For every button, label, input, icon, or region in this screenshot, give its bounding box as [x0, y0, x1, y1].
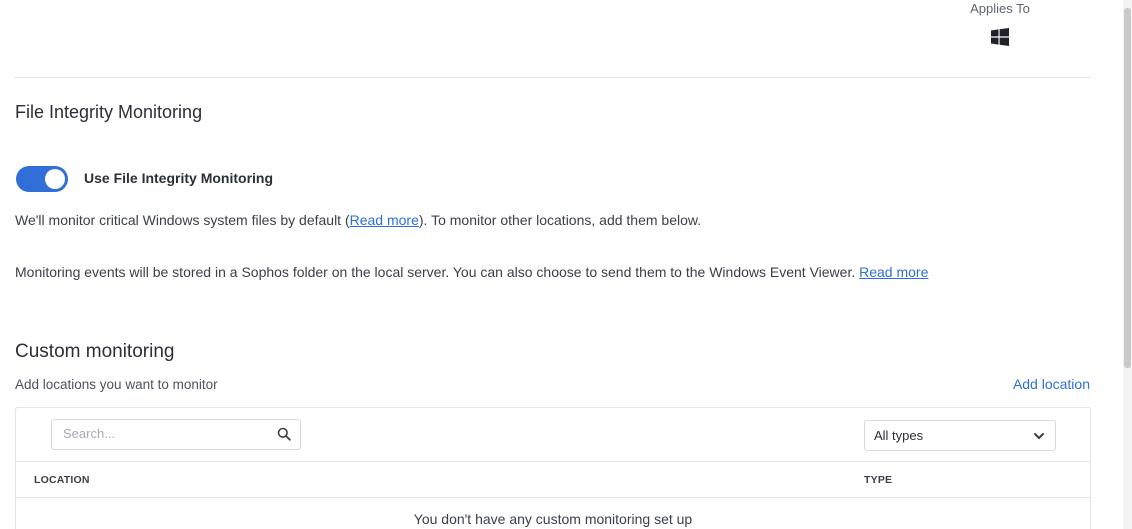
scrollbar-thumb[interactable] [1124, 8, 1131, 368]
custom-monitoring-title: Custom monitoring [15, 341, 175, 362]
table-divider [16, 461, 1090, 462]
empty-state-message: You don't have any custom monitoring set… [413, 511, 693, 527]
fim-toggle[interactable] [16, 166, 68, 192]
fim-toggle-label: Use File Integrity Monitoring [84, 170, 274, 186]
toggle-knob [45, 169, 65, 189]
info-text-1: We'll monitor critical Windows system fi… [15, 212, 350, 228]
policy-settings-page: Applies To File Integrity Monitoring Use… [0, 0, 1132, 529]
read-more-link-2[interactable]: Read more [859, 264, 928, 280]
table-header-divider [16, 497, 1090, 498]
info-text-1-after: ). To monitor other locations, add them … [418, 212, 702, 228]
event-storage-info: Monitoring events will be stored in a So… [15, 262, 1085, 283]
custom-locations-table: All types LOCATION TYPE You don't have a… [15, 407, 1091, 529]
type-filter-value: All types [874, 428, 924, 443]
vertical-scrollbar[interactable] [1123, 0, 1132, 529]
add-location-link[interactable]: Add location [1013, 376, 1090, 392]
section-title: File Integrity Monitoring [15, 102, 203, 122]
search-input[interactable] [52, 420, 273, 447]
chevron-down-icon [1034, 433, 1044, 439]
search-box [51, 419, 301, 450]
applies-to-label: Applies To [970, 2, 1030, 16]
column-header-location[interactable]: LOCATION [34, 474, 90, 486]
read-more-link-1[interactable]: Read more [350, 212, 419, 228]
default-monitoring-info: We'll monitor critical Windows system fi… [15, 210, 1095, 231]
search-icon[interactable] [277, 427, 291, 441]
custom-monitoring-subtitle: Add locations you want to monitor [15, 377, 218, 392]
info-text-2: Monitoring events will be stored in a So… [15, 264, 860, 280]
header-divider [14, 77, 1091, 78]
type-filter-select[interactable]: All types [864, 420, 1056, 451]
column-header-type[interactable]: TYPE [864, 474, 892, 486]
windows-icon [991, 28, 1009, 46]
applies-to: Applies To [958, 2, 1042, 46]
